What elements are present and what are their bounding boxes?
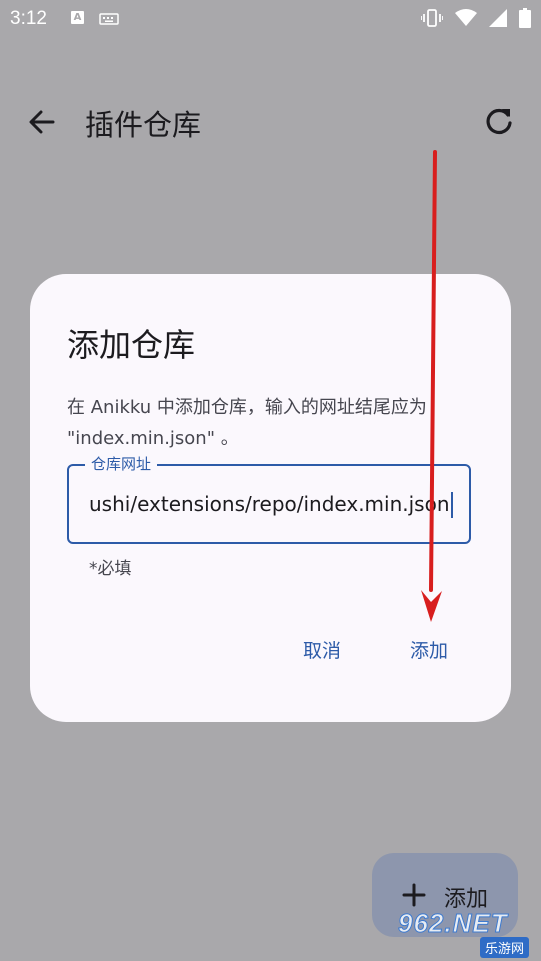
signal-icon [489, 9, 507, 32]
top-app-bar: 插件仓库 [0, 90, 541, 154]
required-hint: *必填 [89, 559, 132, 579]
plus-icon [402, 883, 426, 907]
watermark-subtext: 乐游网 [480, 937, 530, 958]
repo-url-input[interactable]: ushi/extensions/repo/index.min.json [89, 492, 454, 516]
status-bar: 3:12 A [0, 0, 541, 36]
dialog-title: 添加仓库 [67, 326, 196, 364]
watermark-logo: 962.NET 乐游网 [398, 908, 538, 958]
page-title: 插件仓库 [85, 108, 202, 142]
wifi-icon [455, 9, 477, 32]
back-button[interactable] [26, 106, 58, 138]
refresh-icon [486, 108, 512, 135]
cancel-button[interactable]: 取消 [303, 636, 341, 663]
add-button[interactable]: 添加 [410, 636, 448, 663]
vibrate-icon [420, 9, 444, 32]
repo-url-field[interactable]: 仓库网址 ushi/extensions/repo/index.min.json [67, 453, 471, 544]
keyboard-icon [99, 10, 119, 31]
watermark-text: 962.NET [398, 908, 508, 939]
repo-url-label: 仓库网址 [85, 453, 158, 474]
refresh-button[interactable] [482, 104, 516, 138]
battery-icon [519, 8, 531, 33]
status-time: 3:12 [10, 8, 47, 29]
notification-a-icon: A [71, 11, 84, 24]
arrow-left-icon [29, 110, 55, 134]
text-cursor [451, 492, 453, 518]
annotation-arrow-icon [421, 150, 442, 622]
